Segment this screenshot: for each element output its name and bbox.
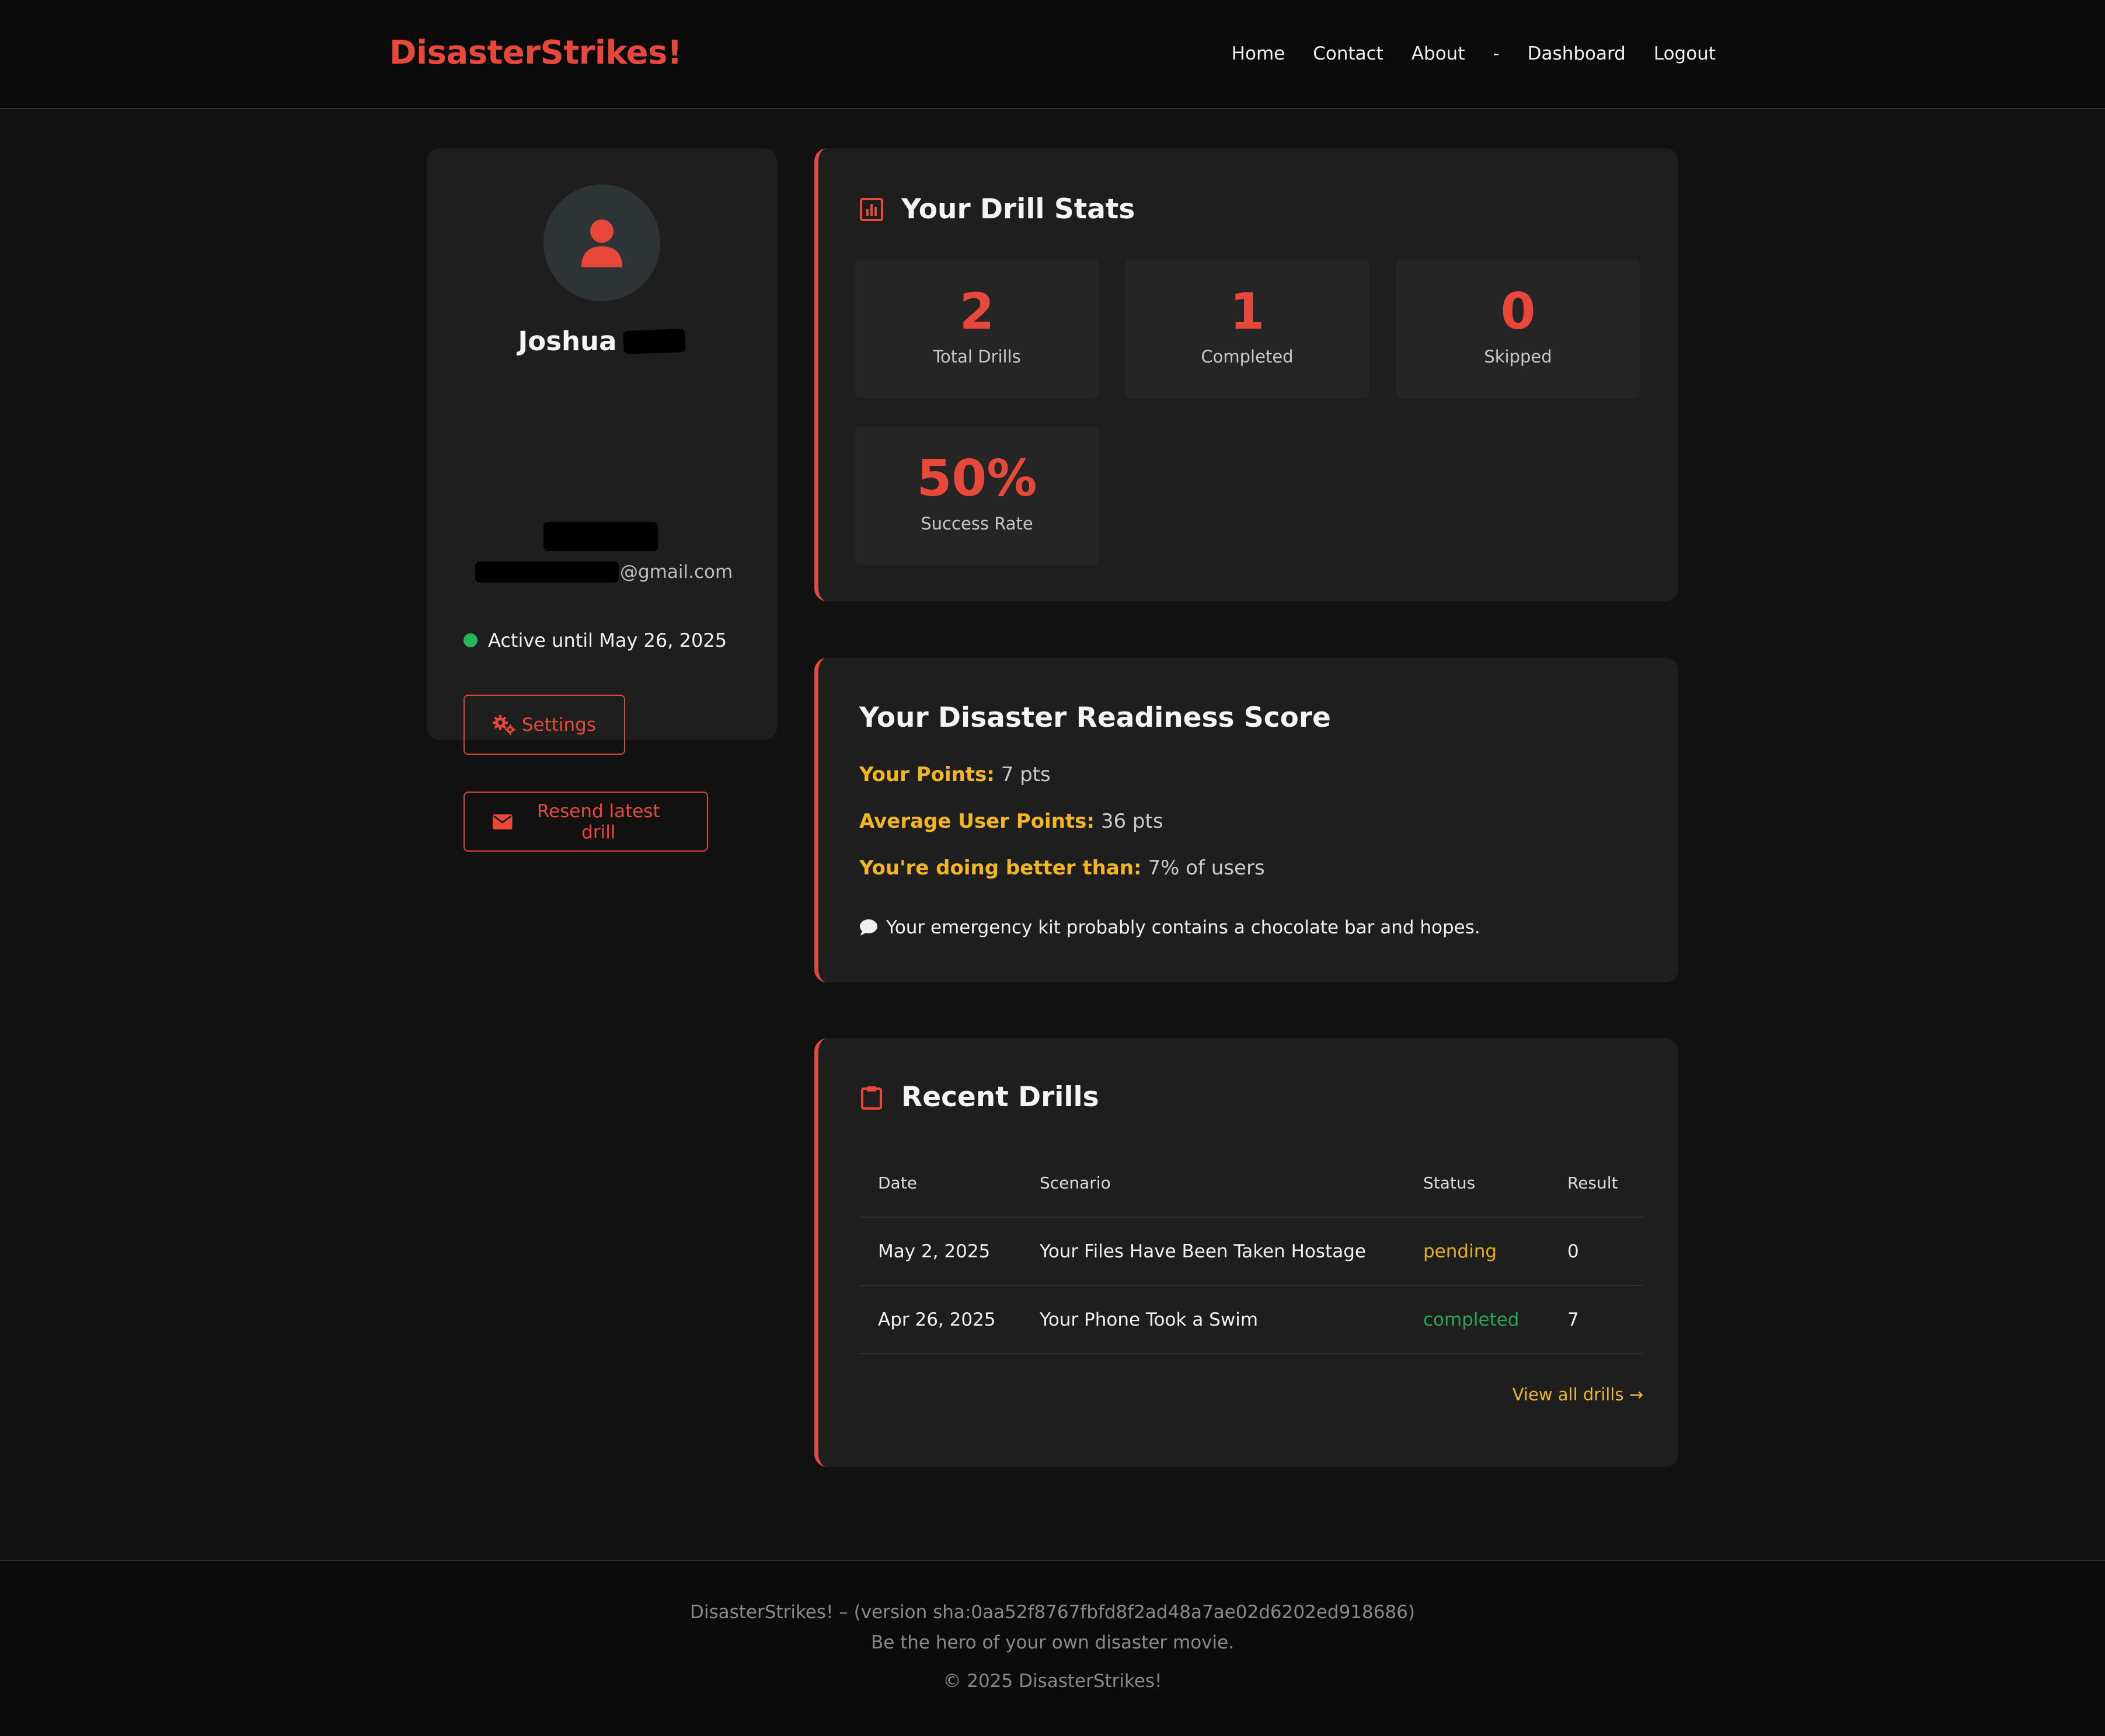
status-dot-icon: [463, 633, 478, 647]
recent-drills-panel: Recent Drills Date Scenario Status Resul…: [814, 1038, 1678, 1467]
stat-label: Total Drills: [933, 347, 1021, 367]
stat-label: Completed: [1201, 347, 1294, 367]
footer: DisasterStrikes! – (version sha:0aa52f87…: [0, 1560, 2105, 1736]
view-all-drills-link[interactable]: View all drills →: [1512, 1385, 1643, 1404]
drills-table: Date Scenario Status Result May 2, 2025 …: [859, 1149, 1643, 1354]
settings-label: Settings: [521, 714, 596, 735]
nav-logout[interactable]: Logout: [1654, 43, 1716, 64]
nav-home[interactable]: Home: [1232, 43, 1285, 64]
nav-contact[interactable]: Contact: [1313, 43, 1383, 64]
stat-skipped: 0 Skipped: [1396, 259, 1640, 398]
drill-stats-panel: Your Drill Stats 2 Total Drills 1 Comple…: [814, 148, 1678, 601]
col-status: Status: [1423, 1173, 1476, 1193]
stat-value: 50%: [916, 449, 1037, 508]
your-points-row: Your Points: 7 pts: [859, 763, 1051, 786]
comment-icon: [860, 919, 877, 936]
redacted-surname: [623, 328, 686, 354]
redacted-username: [543, 522, 658, 551]
email-domain: @gmail.com: [620, 562, 733, 583]
stat-value: 2: [959, 283, 995, 341]
user-icon: [581, 219, 622, 267]
cell-date: Apr 26, 2025: [878, 1309, 996, 1330]
settings-button[interactable]: Settings: [463, 695, 625, 755]
cell-result: 0: [1567, 1240, 1579, 1262]
profile-card: Joshua @gmail.com Active until May 26, 2…: [427, 148, 777, 852]
your-points-value: 7 pts: [1001, 763, 1051, 786]
footer-tagline: Be the hero of your own disaster movie.: [870, 1632, 1235, 1653]
col-scenario: Scenario: [1040, 1173, 1111, 1193]
footer-copyright: © 2025 DisasterStrikes!: [943, 1671, 1162, 1692]
quip-text: Your emergency kit probably contains a c…: [886, 917, 1480, 938]
cell-scenario: Your Phone Took a Swim: [1040, 1309, 1259, 1330]
avatar: [543, 184, 660, 301]
better-than-key: You're doing better than:: [859, 856, 1142, 880]
cell-result: 7: [1567, 1309, 1579, 1330]
better-than-value: 7% of users: [1148, 856, 1265, 880]
clipboard-icon: [861, 1086, 882, 1110]
stat-total-drills: 2 Total Drills: [855, 259, 1099, 398]
cell-status-completed: completed: [1423, 1309, 1519, 1330]
drill-stats-heading: Your Drill Stats: [901, 193, 1135, 225]
nav-dashboard[interactable]: Dashboard: [1528, 43, 1626, 64]
redacted-email-local: [475, 562, 619, 583]
gears-icon: [493, 714, 515, 735]
stat-value: 1: [1229, 283, 1265, 341]
readiness-score-panel: Your Disaster Readiness Score Your Point…: [814, 658, 1678, 982]
readiness-quip: Your emergency kit probably contains a c…: [859, 917, 1480, 938]
profile-email: @gmail.com: [475, 562, 733, 583]
profile-first-name: Joshua: [518, 326, 617, 357]
navbar: DisasterStrikes! Home Contact About - Da…: [0, 0, 2105, 109]
stat-label: Success Rate: [921, 514, 1033, 534]
nav-separator: -: [1493, 43, 1500, 64]
your-points-key: Your Points:: [859, 763, 995, 786]
cell-date: May 2, 2025: [878, 1240, 991, 1262]
stat-success-rate: 50% Success Rate: [855, 426, 1099, 565]
stat-value: 0: [1500, 283, 1536, 341]
readiness-heading: Your Disaster Readiness Score: [859, 702, 1331, 734]
table-row[interactable]: Apr 26, 2025 Your Phone Took a Swim comp…: [859, 1286, 1643, 1354]
footer-version: DisasterStrikes! – (version sha:0aa52f87…: [690, 1602, 1415, 1623]
nav-about[interactable]: About: [1412, 43, 1465, 64]
drill-stats-title: Your Drill Stats: [859, 193, 1135, 225]
resend-drill-button[interactable]: Resend latest drill: [463, 792, 708, 852]
status-text: Active until May 26, 2025: [488, 629, 727, 651]
table-row[interactable]: May 2, 2025 Your Files Have Been Taken H…: [859, 1218, 1643, 1286]
stat-completed: 1 Completed: [1125, 259, 1369, 398]
profile-name: Joshua: [427, 326, 777, 357]
brand-logo[interactable]: DisasterStrikes!: [389, 34, 682, 72]
recent-drills-title: Recent Drills: [859, 1081, 1099, 1113]
average-points-key: Average User Points:: [859, 810, 1095, 833]
col-result: Result: [1567, 1173, 1618, 1193]
envelope-icon: [493, 814, 513, 829]
chart-bar-icon: [860, 197, 883, 221]
col-date: Date: [878, 1173, 917, 1193]
average-points-value: 36 pts: [1100, 810, 1163, 833]
better-than-row: You're doing better than: 7% of users: [859, 856, 1265, 880]
nav-links: Home Contact About - Dashboard Logout: [1232, 43, 1716, 64]
recent-drills-heading: Recent Drills: [901, 1081, 1099, 1113]
subscription-status: Active until May 26, 2025: [463, 629, 727, 651]
resend-label: Resend latest drill: [536, 800, 660, 843]
stat-label: Skipped: [1484, 347, 1552, 367]
readiness-title: Your Disaster Readiness Score: [859, 702, 1331, 734]
cell-scenario: Your Files Have Been Taken Hostage: [1040, 1240, 1366, 1262]
average-points-row: Average User Points: 36 pts: [859, 810, 1163, 833]
table-header-row: Date Scenario Status Result: [859, 1149, 1643, 1218]
cell-status-pending: pending: [1423, 1240, 1497, 1262]
